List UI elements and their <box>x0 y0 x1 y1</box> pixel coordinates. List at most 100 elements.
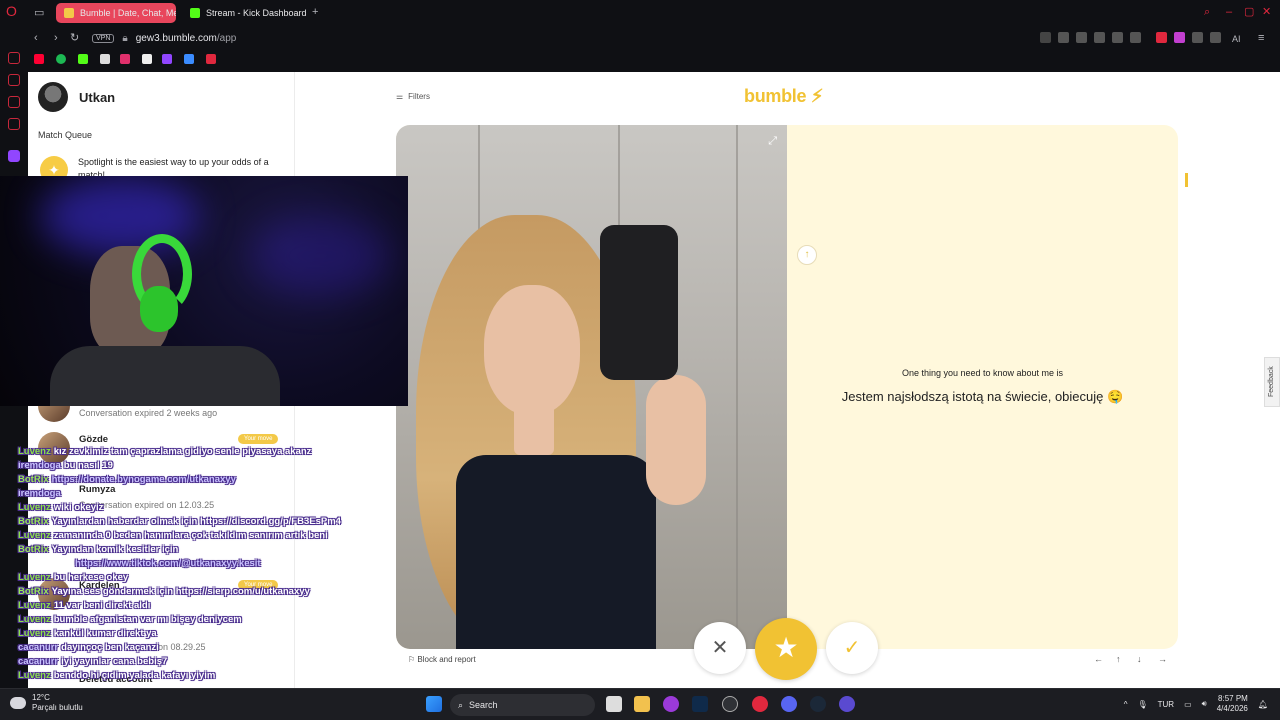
chat-username[interactable]: BotRix <box>18 474 49 485</box>
ai-button[interactable]: AI <box>1232 33 1241 45</box>
user-name[interactable]: Utkan <box>79 90 115 105</box>
search-tabs-icon[interactable]: ⌕ <box>1204 6 1210 18</box>
twitch-bookmark-icon[interactable] <box>162 54 172 64</box>
extension-icon[interactable] <box>1040 32 1051 43</box>
conversation-name: Gözde <box>79 434 109 445</box>
bumble-logo[interactable]: bumble ⚡︎ <box>744 86 824 107</box>
sidebar-app-icon[interactable] <box>8 96 20 108</box>
sidebar-app-icon[interactable] <box>8 118 20 130</box>
app-icon[interactable] <box>839 696 855 712</box>
chat-text: bu herkese okey <box>53 572 129 583</box>
opera-icon[interactable] <box>752 696 768 712</box>
chat-username[interactable]: cacanurr <box>18 656 58 667</box>
twitch-sidebar-icon[interactable] <box>8 150 20 162</box>
task-view-icon[interactable] <box>606 696 622 712</box>
app-icon[interactable] <box>663 696 679 712</box>
feedback-tab[interactable]: Feedback <box>1264 357 1280 407</box>
chat-username[interactable]: Luvenz <box>18 530 51 541</box>
chat-message: BotRix Yayına ses göndermek için https://… <box>18 586 310 597</box>
network-icon[interactable]: ▭ <box>1184 700 1192 709</box>
spotify-bookmark-icon[interactable] <box>56 54 66 64</box>
bookmark-icon[interactable] <box>184 54 194 64</box>
x-bookmark-icon[interactable] <box>100 54 110 64</box>
extension-icon[interactable] <box>1210 32 1221 43</box>
chevron-up-icon[interactable]: ^ <box>1124 700 1128 709</box>
taskbar-search[interactable]: ⌕ Search <box>450 694 595 716</box>
clock[interactable]: 8:57 PM 4/4/2026 <box>1217 694 1248 714</box>
instagram-bookmark-icon[interactable] <box>120 54 130 64</box>
chat-message: Luvenz kız zevkimiz tam çaprazlama gidiyo… <box>18 446 311 457</box>
maximize-icon[interactable]: ▢ <box>1244 6 1254 18</box>
chat-username[interactable]: BotRix <box>18 516 49 527</box>
chat-text: bu nasıl 19 <box>63 460 113 471</box>
address-bar[interactable]: VPN 🔒︎ gew3.bumble.com/app <box>92 30 236 46</box>
sidebar-app-icon[interactable] <box>8 74 20 86</box>
tab-bumble[interactable]: Bumble | Date, Chat, Meet <box>56 3 176 23</box>
vpn-badge[interactable]: VPN <box>92 33 115 43</box>
extension-icon[interactable] <box>1130 32 1141 43</box>
avatar[interactable] <box>38 82 68 112</box>
chat-message: cacanurr dayınçoç ben kaçanzi <box>18 642 159 653</box>
profile-photo[interactable]: ⤢ <box>396 125 787 649</box>
microphone-icon[interactable]: 🎙︎ <box>1137 700 1147 709</box>
scroll-up-button[interactable]: ↑ <box>797 245 817 265</box>
tab-kick-dashboard[interactable]: Stream - Kick Dashboard <box>182 3 306 23</box>
scroll-indicator[interactable] <box>1185 173 1188 187</box>
reload-icon[interactable]: ↻ <box>70 32 79 44</box>
block-and-report-link[interactable]: ⚐ Block and report <box>408 655 476 664</box>
discord-icon[interactable] <box>781 696 797 712</box>
expand-icon[interactable]: ⤢ <box>768 135 777 148</box>
extension-icon[interactable] <box>1112 32 1123 43</box>
search-label: Search <box>469 700 498 710</box>
menu-icon[interactable]: ≡ <box>1258 32 1264 44</box>
file-explorer-icon[interactable] <box>634 696 650 712</box>
chat-username[interactable]: Luvenz <box>18 614 51 625</box>
chat-username[interactable]: Luvenz <box>18 628 51 639</box>
chat-username[interactable]: cacanurr <box>18 642 58 653</box>
language-indicator[interactable]: TUR <box>1158 700 1174 709</box>
extension-icon[interactable] <box>1076 32 1087 43</box>
close-window-icon[interactable]: ✕ <box>1262 6 1271 18</box>
filters-button[interactable]: ⚌ Filters <box>396 92 430 101</box>
minimize-icon[interactable]: – <box>1226 6 1232 18</box>
tab-strip-icon[interactable]: ▭ <box>34 7 44 19</box>
superswipe-button[interactable]: ★ <box>755 618 817 680</box>
kick-bookmark-icon[interactable] <box>78 54 88 64</box>
tiktok-bookmark-icon[interactable] <box>142 54 152 64</box>
extension-icon[interactable] <box>1174 32 1185 43</box>
chat-text[interactable]: https://www.tiktok.com/@utkanaxyy.kesit <box>75 558 261 569</box>
chat-username[interactable]: iremdoga <box>18 488 61 499</box>
bookmark-icon[interactable] <box>206 54 216 64</box>
extension-icon[interactable] <box>1058 32 1069 43</box>
extension-icon[interactable] <box>1192 32 1203 43</box>
weather-temp: 12°C <box>32 693 50 702</box>
start-icon[interactable] <box>426 696 442 712</box>
adblock-icon[interactable] <box>1156 32 1167 43</box>
youtube-bookmark-icon[interactable] <box>34 54 44 64</box>
chat-username[interactable]: BotRix <box>18 544 49 555</box>
steam-icon[interactable] <box>810 696 826 712</box>
back-icon[interactable]: ‹ <box>34 32 38 44</box>
photoshop-icon[interactable] <box>692 696 708 712</box>
volume-icon[interactable]: 🔊︎ <box>1202 699 1207 709</box>
weather-widget[interactable]: 12°C Parçalı bulutlu <box>10 693 83 713</box>
new-tab-button[interactable]: + <box>312 6 318 18</box>
forward-icon[interactable]: › <box>54 32 58 44</box>
app-icon[interactable] <box>722 696 738 712</box>
chat-username[interactable]: Luvenz <box>18 502 51 513</box>
chat-username[interactable]: iremdoga <box>18 460 61 471</box>
chat-username[interactable]: BotRix <box>18 586 49 597</box>
opera-menu-icon[interactable]: O <box>6 4 17 18</box>
chat-username[interactable]: Luvenz <box>18 572 51 583</box>
pass-button[interactable]: ✕ <box>694 622 746 674</box>
extension-icon[interactable] <box>1094 32 1105 43</box>
chat-text[interactable]: https://donate.bynogame.com/utkanaxyy <box>52 474 236 485</box>
chat-username[interactable]: Luvenz <box>18 600 51 611</box>
notifications-icon[interactable]: 🔔︎ <box>1258 700 1268 709</box>
chat-message: Luvenz benddo hi çıdim yalada kafayı yiyi… <box>18 670 215 681</box>
chat-username[interactable]: Luvenz <box>18 670 51 681</box>
like-button[interactable]: ✓ <box>826 622 878 674</box>
block-report-label: Block and report <box>417 655 476 664</box>
sidebar-app-icon[interactable] <box>8 52 20 64</box>
chat-username[interactable]: Luvenz <box>18 446 51 457</box>
